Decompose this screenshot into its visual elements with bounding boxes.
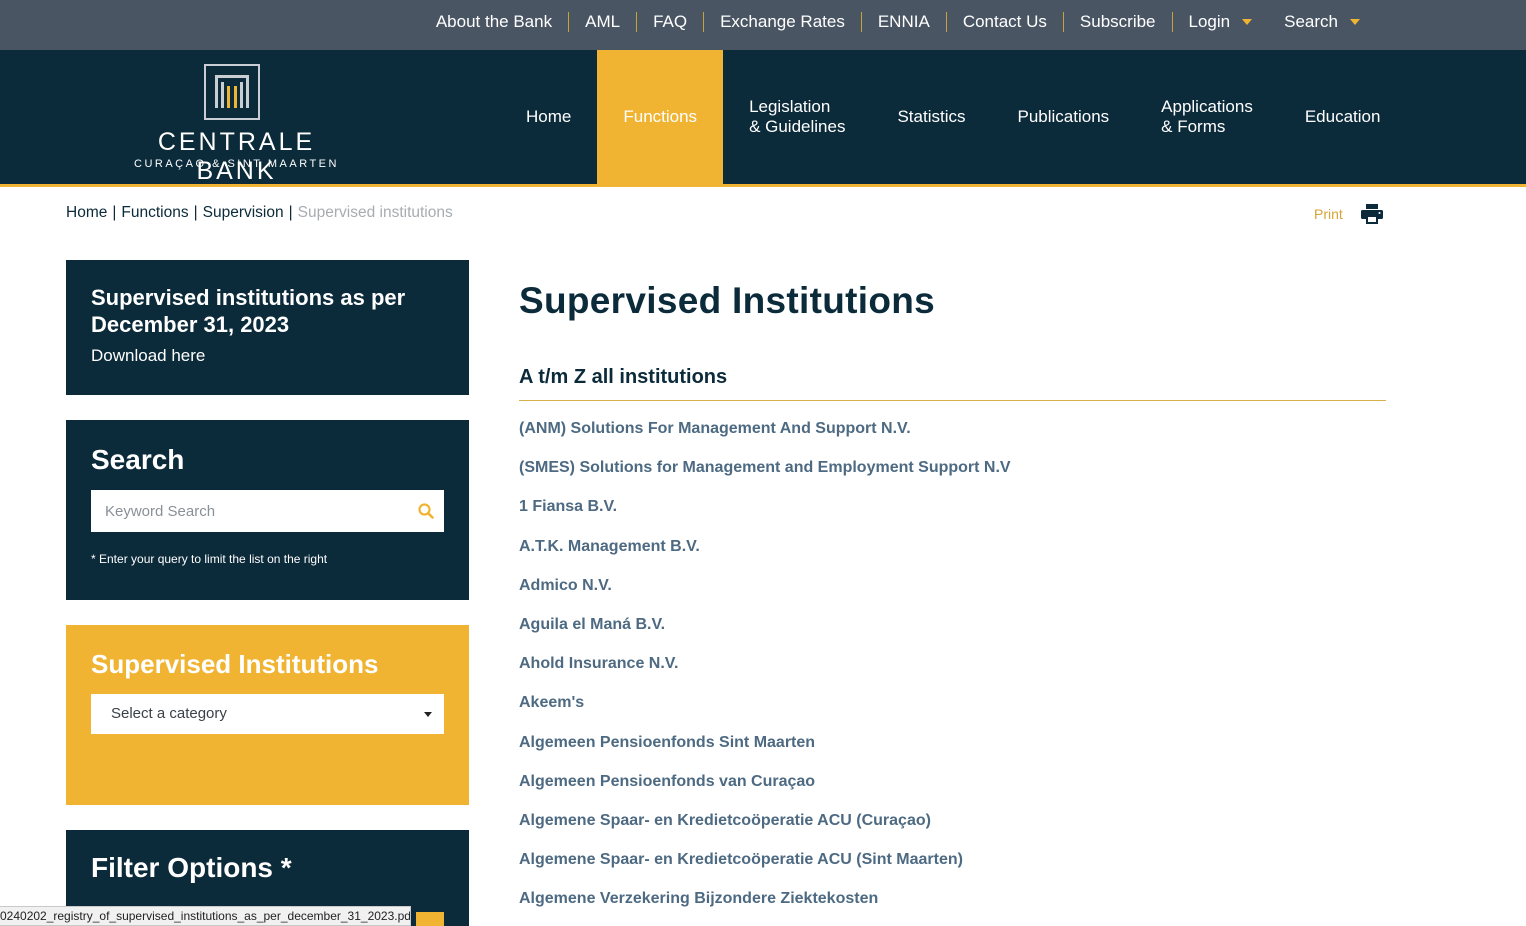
login-caret-icon bbox=[1242, 19, 1253, 25]
breadcrumb-supervision[interactable]: Supervision bbox=[203, 204, 284, 222]
top-nav: About the Bank AML FAQ Exchange Rates EN… bbox=[420, 0, 1376, 44]
breadcrumb-current: Supervised institutions bbox=[297, 204, 453, 221]
top-nav-faq-label: FAQ bbox=[653, 12, 688, 31]
main-header: CENTRALE BANK CURAÇAO & SINT MAARTEN Hom… bbox=[0, 50, 1526, 185]
institution-link[interactable]: Ahold Insurance N.V. bbox=[519, 655, 1386, 694]
search-icon[interactable] bbox=[418, 503, 434, 519]
section-heading: A t/m Z all institutions bbox=[519, 366, 1386, 401]
search-panel-title: Search bbox=[91, 444, 185, 475]
search-note: * Enter your query to limit the list on … bbox=[91, 552, 328, 566]
breadcrumb-home[interactable]: Home bbox=[66, 204, 107, 222]
institution-link[interactable]: Admico N.V. bbox=[519, 577, 1386, 616]
main-nav-legislation-label-2: & Guidelines bbox=[749, 117, 846, 136]
top-nav-subscribe[interactable]: Subscribe bbox=[1064, 12, 1172, 32]
search-caret-icon bbox=[1350, 19, 1360, 25]
main-nav-functions-label: Functions bbox=[623, 107, 698, 126]
page-title: Supervised Institutions bbox=[519, 280, 936, 321]
institution-link[interactable]: Algemene Spaar- en Kredietcoöperatie ACU… bbox=[519, 851, 1386, 890]
download-panel: Supervised institutions as per December … bbox=[66, 260, 469, 395]
breadcrumb-separator: | bbox=[112, 204, 117, 221]
logo-mark-icon bbox=[204, 64, 260, 120]
main-nav-applications[interactable]: Applications & Forms bbox=[1135, 50, 1279, 184]
main-nav-statistics-label: Statistics bbox=[897, 107, 966, 126]
breadcrumb-separator: | bbox=[288, 204, 293, 221]
institution-link[interactable]: Aguila el Maná B.V. bbox=[519, 616, 1386, 655]
main-nav: Home Functions Legislation & Guidelines S… bbox=[500, 50, 1406, 184]
main-nav-applications-label: Applications bbox=[1161, 97, 1253, 116]
top-nav-contact[interactable]: Contact Us bbox=[947, 12, 1063, 32]
search-box bbox=[91, 490, 444, 532]
institution-link[interactable]: Algemene Spaar- en Kredietcoöperatie ACU… bbox=[519, 812, 1386, 851]
top-nav-login[interactable]: Login bbox=[1173, 12, 1269, 32]
top-nav-ennia[interactable]: ENNIA bbox=[862, 12, 946, 32]
institution-link[interactable]: Algemeen Pensioenfonds van Curaçao bbox=[519, 773, 1386, 812]
top-nav-about[interactable]: About the Bank bbox=[420, 12, 568, 32]
main-nav-publications-label: Publications bbox=[1017, 107, 1110, 126]
main-nav-applications-label-2: & Forms bbox=[1161, 117, 1226, 136]
top-nav-search[interactable]: Search bbox=[1268, 12, 1376, 32]
category-panel-title: Supervised Institutions bbox=[91, 649, 379, 679]
top-nav-contact-label: Contact Us bbox=[962, 12, 1047, 31]
breadcrumb: Home | Functions | Supervision | Supervi… bbox=[66, 204, 453, 222]
main-nav-education[interactable]: Education bbox=[1279, 50, 1407, 184]
top-nav-faq[interactable]: FAQ bbox=[637, 12, 703, 32]
download-link[interactable]: Download here bbox=[91, 346, 444, 366]
chevron-down-icon bbox=[424, 712, 432, 717]
top-nav-aml[interactable]: AML bbox=[569, 12, 636, 32]
institution-link[interactable]: (SMES) Solutions for Management and Empl… bbox=[519, 459, 1386, 498]
main-nav-legislation-label: Legislation bbox=[749, 97, 831, 116]
main-nav-legislation[interactable]: Legislation & Guidelines bbox=[723, 50, 871, 184]
keyword-search-input[interactable] bbox=[91, 490, 411, 532]
category-panel: Supervised Institutions Select a categor… bbox=[66, 625, 469, 805]
top-nav-exchange-rates[interactable]: Exchange Rates bbox=[704, 12, 861, 32]
bank-logo[interactable]: CENTRALE BANK CURAÇAO & SINT MAARTEN bbox=[114, 62, 359, 185]
download-panel-title: Supervised institutions as per December … bbox=[91, 285, 406, 337]
breadcrumb-separator: | bbox=[193, 204, 198, 221]
top-nav-login-label: Login bbox=[1188, 12, 1231, 31]
institution-link[interactable]: 1 Fiansa B.V. bbox=[519, 498, 1386, 537]
main-nav-functions[interactable]: Functions bbox=[597, 50, 724, 184]
top-nav-subscribe-label: Subscribe bbox=[1079, 12, 1156, 31]
category-select-value: Select a category bbox=[111, 705, 227, 722]
main-nav-education-label: Education bbox=[1304, 107, 1381, 126]
main-nav-home-label: Home bbox=[526, 107, 572, 126]
printer-icon bbox=[1360, 204, 1383, 224]
top-nav-aml-label: AML bbox=[585, 12, 621, 31]
category-select[interactable]: Select a category bbox=[91, 694, 444, 734]
institution-link[interactable]: Akeem's bbox=[519, 694, 1386, 733]
institution-link[interactable]: A.T.K. Management B.V. bbox=[519, 538, 1386, 577]
filter-panel-title: Filter Options * bbox=[91, 852, 292, 883]
institution-link[interactable]: (ANM) Solutions For Management And Suppo… bbox=[519, 420, 1386, 459]
top-nav-ennia-label: ENNIA bbox=[877, 12, 930, 31]
logo-name: CENTRALE BANK bbox=[157, 128, 316, 185]
top-nav-exchange-rates-label: Exchange Rates bbox=[720, 12, 845, 31]
top-nav-search-label: Search bbox=[1284, 12, 1338, 31]
institution-link[interactable]: Algemeen Pensioenfonds Sint Maarten bbox=[519, 734, 1386, 773]
main-content: Supervised Institutions A t/m Z all inst… bbox=[519, 280, 1386, 926]
breadcrumb-functions[interactable]: Functions bbox=[121, 204, 188, 222]
main-nav-home[interactable]: Home bbox=[500, 50, 597, 184]
header-divider bbox=[0, 184, 1526, 187]
institution-list: (ANM) Solutions For Management And Suppo… bbox=[519, 420, 1386, 926]
search-panel: Search * Enter your query to limit the l… bbox=[66, 420, 469, 600]
main-nav-publications[interactable]: Publications bbox=[991, 50, 1135, 184]
print-button[interactable]: Print bbox=[1314, 204, 1383, 224]
institution-link[interactable]: Algemene Verzekering Bijzondere Ziekteko… bbox=[519, 890, 1386, 926]
logo-subtitle: CURAÇAO & SINT MAARTEN bbox=[134, 158, 339, 170]
print-label: Print bbox=[1314, 206, 1343, 222]
top-nav-about-label: About the Bank bbox=[435, 12, 553, 31]
main-nav-statistics[interactable]: Statistics bbox=[871, 50, 991, 184]
top-utility-bar: About the Bank AML FAQ Exchange Rates EN… bbox=[0, 0, 1526, 50]
browser-status-bar: 0240202_registry_of_supervised_instituti… bbox=[0, 906, 411, 926]
filter-option-button[interactable] bbox=[416, 912, 444, 926]
